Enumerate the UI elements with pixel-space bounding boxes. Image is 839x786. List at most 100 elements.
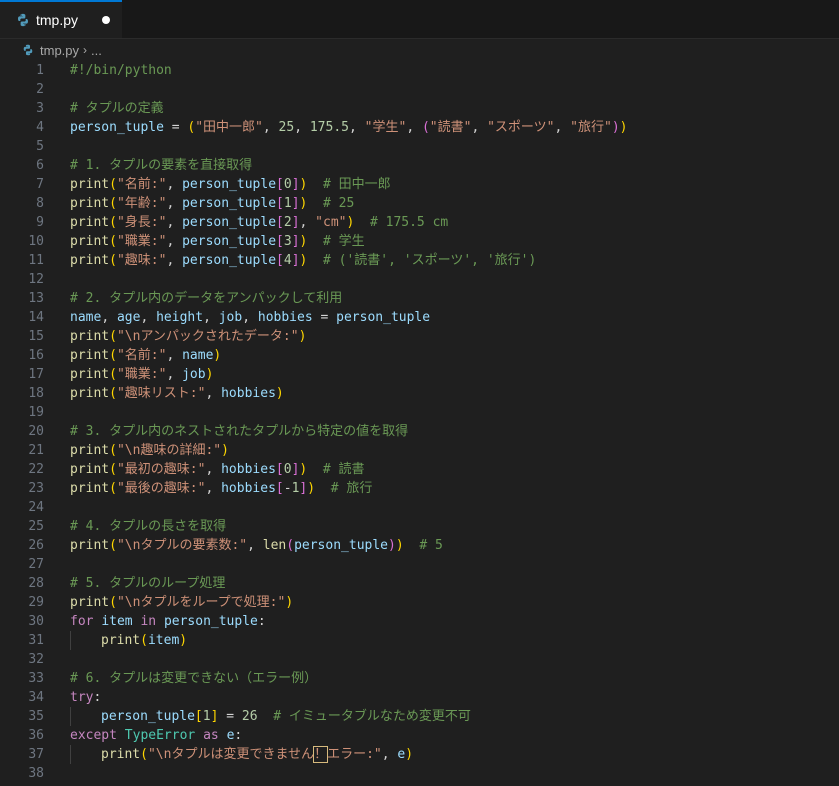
code-token: "\nタプルは変更できません [147,747,315,762]
code-editor[interactable]: 1 #!/bin/python 2 3 # タプルの定義 4 person_tuple = … [0,61,839,783]
code-token: 1 [283,196,292,211]
code-line[interactable]: 3 # タプルの定義 [0,99,839,118]
breadcrumb-more[interactable]: ... [91,43,102,58]
code-token: "\nアンパックされたデータ:" [116,329,299,344]
line-number: 8 [36,196,44,211]
code-line[interactable]: 1 #!/bin/python [0,61,839,80]
code-token: # 田中一郎 [323,177,391,192]
code-line[interactable]: 36 except TypeError as e: [0,726,839,745]
line-number: 30 [28,614,44,629]
code-token: item [147,633,180,648]
code-token: as [203,728,219,743]
code-token: hobbies [221,462,276,477]
code-token: [ [276,196,284,211]
code-line[interactable]: 33 # 6. タプルは変更できない（エラー例） [0,669,839,688]
code-line[interactable]: 11 print("趣味:", person_tuple[4]) # ('読書',… [0,251,839,270]
code-token: TypeError [124,728,196,743]
code-line[interactable]: 15 print("\nアンパックされたデータ:") [0,327,839,346]
code-line[interactable]: 32 [0,650,839,669]
code-token: "最初の趣味:" [116,462,206,477]
code-line[interactable]: 5 [0,137,839,156]
line-number: 15 [28,329,44,344]
code-line[interactable]: 35 person_tuple[1] = 26 # イミュータブルなため変更不可 [0,707,839,726]
code-token: # 25 [323,196,355,211]
line-number: 16 [28,348,44,363]
code-line[interactable]: 24 [0,498,839,517]
code-line[interactable]: 27 [0,555,839,574]
code-line[interactable]: 16 print("名前:", name) [0,346,839,365]
code-line[interactable]: 30 for item in person_tuple: [0,612,839,631]
code-token: 0 [283,462,292,477]
code-line[interactable]: 29 print("\nタプルをループで処理:") [0,593,839,612]
code-token: # 旅行 [330,481,373,496]
code-token: , [294,120,310,135]
code-token: # 4. タプルの長さを取得 [70,519,227,534]
code-line[interactable]: 12 [0,270,839,289]
code-text: print("名前:", name) [70,346,221,365]
code-text: print("趣味:", person_tuple[4]) # ('読書', '… [70,251,536,270]
code-line[interactable]: 9 print("身長:", person_tuple[2], "cm") # 1… [0,213,839,232]
code-token: ( [109,234,117,249]
code-line[interactable]: 10 print("職業:", person_tuple[3]) # 学生 [0,232,839,251]
code-token: 2 [283,215,292,230]
code-token: name [70,310,102,325]
code-token: ( [109,481,117,496]
code-token: age [116,310,141,325]
code-token: hobbies [221,386,276,401]
code-line[interactable]: 6 # 1. タプルの要素を直接取得 [0,156,839,175]
code-text: print(item) [101,631,187,650]
code-token: ( [109,253,117,268]
code-token: , [471,120,488,135]
line-number: 29 [28,595,44,610]
code-line[interactable]: 7 print("名前:", person_tuple[0]) # 田中一郎 [0,175,839,194]
code-line[interactable]: 31 print(item) [0,631,839,650]
code-line[interactable]: 4 person_tuple = ("田中一郎", 25, 175.5, "学生"… [0,118,839,137]
code-token: # 5. タプルのループ処理 [70,576,226,591]
code-token: [ [275,481,284,496]
code-token: , [166,196,183,211]
code-line[interactable]: 34 try: [0,688,839,707]
breadcrumb-file[interactable]: tmp.py [40,43,79,58]
code-line[interactable]: 26 print("\nタプルの要素数:", len(person_tuple))… [0,536,839,555]
code-text: # タプルの定義 [70,99,164,118]
code-token: ( [421,120,430,135]
code-line[interactable]: 17 print("職業:", job) [0,365,839,384]
code-line[interactable]: 13 # 2. タプル内のデータをアンパックして利用 [0,289,839,308]
unsaved-dot-icon[interactable] [102,16,110,24]
code-text: # 3. タプル内のネストされたタプルから特定の値を取得 [70,422,408,441]
code-line[interactable]: 25 # 4. タプルの長さを取得 [0,517,839,536]
code-line[interactable]: 23 print("最後の趣味:", hobbies[-1]) # 旅行 [0,479,839,498]
code-line[interactable]: 14 name, age, height, job, hobbies = pers… [0,308,839,327]
code-token: "スポーツ" [487,120,555,135]
line-number: 26 [28,538,44,553]
code-line[interactable]: 28 # 5. タプルのループ処理 [0,574,839,593]
code-token: try [70,690,94,705]
tab-tmp-py[interactable]: tmp.py [0,0,122,38]
code-line[interactable]: 21 print("\n趣味の詳細:") [0,441,839,460]
code-token: ( [140,633,148,648]
code-line[interactable]: 8 print("年齢:", person_tuple[1]) # 25 [0,194,839,213]
code-line[interactable]: 22 print("最初の趣味:", hobbies[0]) # 読書 [0,460,839,479]
line-number: 12 [28,272,44,287]
code-line[interactable]: 38 [0,764,839,783]
code-token: = [218,709,242,724]
code-token: in [140,614,157,629]
code-token: # ('読書', 'スポーツ', '旅行') [323,253,537,268]
line-number: 4 [36,120,44,135]
code-line[interactable]: 20 # 3. タプル内のネストされたタプルから特定の値を取得 [0,422,839,441]
code-line[interactable]: 2 [0,80,839,99]
line-number: 21 [28,443,44,458]
code-line[interactable]: 18 print("趣味リスト:", hobbies) [0,384,839,403]
line-number: 7 [36,177,44,192]
code-token: ( [109,367,117,382]
code-line[interactable]: 37 print("\nタプルは変更できません！エラー:", e) [0,745,839,764]
code-token: "趣味:" [116,253,167,268]
code-line[interactable]: 19 [0,403,839,422]
code-token: print [70,348,110,363]
line-number: 18 [28,386,44,401]
code-token: ( [109,462,117,477]
